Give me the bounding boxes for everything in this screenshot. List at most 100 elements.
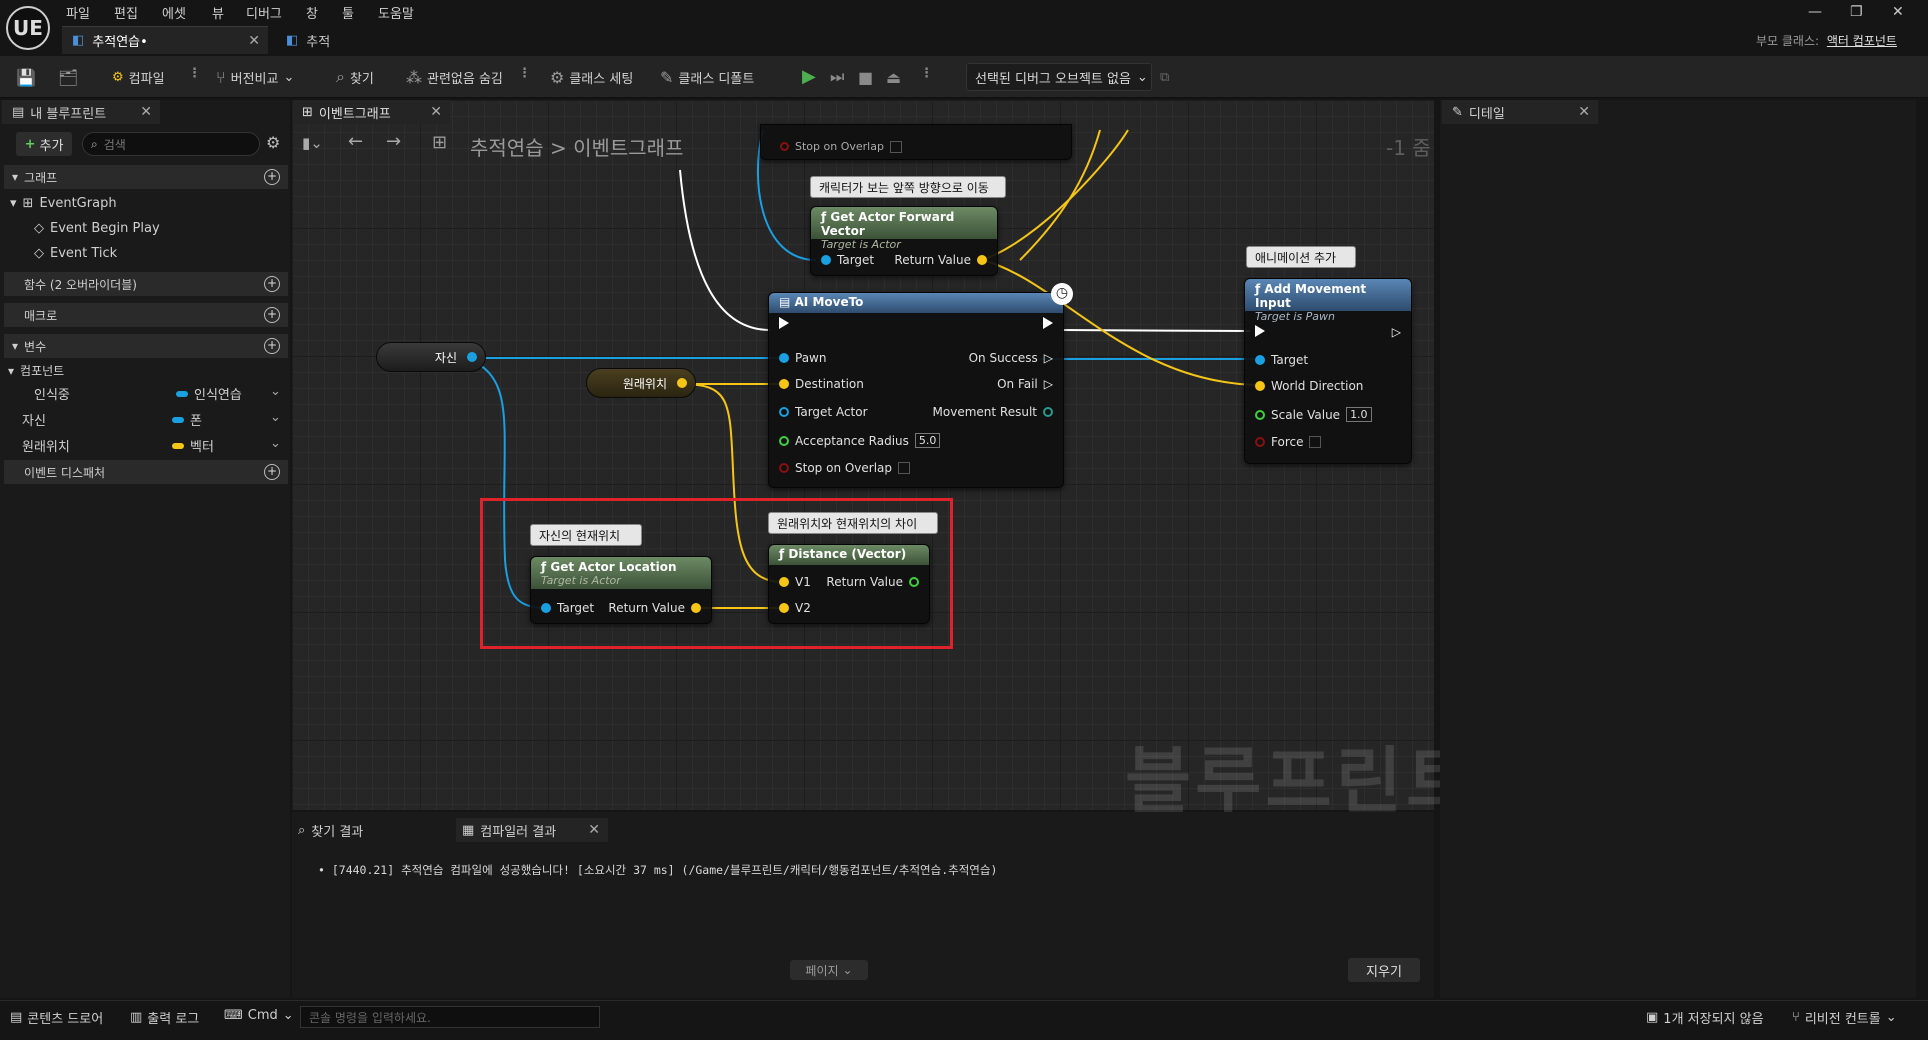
object-pin-icon xyxy=(1255,355,1265,365)
comment-anim[interactable]: 애니메이션 추가 xyxy=(1246,246,1356,268)
vector-pin-icon xyxy=(779,379,789,389)
node-header: ƒ Distance (Vector) xyxy=(769,545,929,565)
ai-moveto-node[interactable]: ▤ AI MoveTo ◷ Pawn On Success ▷ Destinati… xyxy=(768,283,1073,488)
add-movement-input-node[interactable]: ƒ Add Movement Input Target is Pawn ▷ Tar… xyxy=(1244,278,1412,464)
vector-pin-icon[interactable] xyxy=(677,378,687,388)
node-header: ƒ Get Actor Location Target is Actor xyxy=(531,557,711,589)
target-pin[interactable]: Target xyxy=(821,253,874,267)
getter-label: 원래위치 xyxy=(622,376,667,391)
return-value-pin[interactable]: Return Value xyxy=(608,601,701,615)
function-icon: ƒ xyxy=(779,547,789,561)
pin-label: Force xyxy=(1271,435,1304,449)
chevron-down-icon: ⌄ xyxy=(1885,1010,1897,1025)
pin-label: Return Value xyxy=(826,575,903,589)
target-pin[interactable]: Target xyxy=(1255,353,1308,367)
pin-label: Target xyxy=(837,253,875,267)
movement-result-pin[interactable]: Movement Result xyxy=(933,405,1053,419)
find-results-tab[interactable]: ⌕ 찾기 결과 xyxy=(298,818,448,842)
scale-value-pin[interactable]: Scale Value 1.0 xyxy=(1255,407,1372,422)
close-tab-icon[interactable]: ✕ xyxy=(1578,104,1590,120)
get-actor-location-node[interactable]: ƒ Get Actor Location Target is Actor Targ… xyxy=(530,556,712,624)
details-panel xyxy=(1440,100,1916,998)
close-tab-icon[interactable]: ✕ xyxy=(588,822,600,838)
target-pin[interactable]: Target xyxy=(541,601,594,615)
return-value-pin[interactable]: Return Value xyxy=(826,575,919,589)
scale-value-input[interactable]: 1.0 xyxy=(1346,407,1372,422)
world-direction-pin[interactable]: World Direction xyxy=(1255,379,1363,393)
compiler-results-tab[interactable]: ▦ 컴파일러 결과 ✕ xyxy=(456,818,608,842)
node-title: AI MoveTo xyxy=(794,295,864,309)
cmd-dropdown[interactable]: ⌨ Cmd ⌄ xyxy=(224,1008,294,1023)
get-actor-forward-vector-node[interactable]: ƒ Get Actor Forward Vector Target is Acto… xyxy=(810,206,998,276)
bool-pin-icon xyxy=(1255,437,1265,447)
target-actor-pin[interactable]: Target Actor xyxy=(779,405,868,419)
cmd-label: Cmd xyxy=(247,1008,278,1023)
exec-out-hollow-icon: ▷ xyxy=(1391,325,1401,339)
stop-on-overlap-pin[interactable]: Stop on Overlap xyxy=(780,140,902,153)
comment-forward[interactable]: 캐릭터가 보는 앞쪽 방향으로 이동 xyxy=(810,176,1006,198)
comment-text: 캐릭터가 보는 앞쪽 방향으로 이동 xyxy=(819,180,989,195)
pawn-pin[interactable]: Pawn xyxy=(779,351,826,365)
moveto-icon: ▤ xyxy=(779,295,795,309)
pin-label: Stop on Overlap xyxy=(795,461,893,475)
details-tab[interactable]: ✎ 디테일 ✕ xyxy=(1442,100,1598,124)
node-title: Add Movement Input xyxy=(1255,282,1367,310)
on-fail-pin[interactable]: On Fail ▷ xyxy=(997,377,1053,391)
content-drawer-label: 콘텐츠 드로어 xyxy=(27,1012,104,1027)
comment-text: 애니메이션 추가 xyxy=(1255,250,1337,265)
exec-pin-icon xyxy=(779,317,789,329)
pin-label: Movement Result xyxy=(932,405,1037,419)
exec-out-pin[interactable] xyxy=(1043,317,1053,329)
pin-label: On Fail xyxy=(997,377,1038,391)
revision-icon: ⑂ xyxy=(1792,1010,1800,1025)
node-title: Get Actor Forward Vector xyxy=(821,210,955,238)
origin-getter-node[interactable]: 원래위치 xyxy=(586,368,696,398)
node-title: Get Actor Location xyxy=(550,560,677,574)
node-subtitle: Target is Pawn xyxy=(1255,310,1336,323)
page-dropdown[interactable]: 페이지 ⌄ xyxy=(790,960,868,980)
clear-button[interactable]: 지우기 xyxy=(1348,958,1420,982)
console-input[interactable]: 콘솔 명령을 입력하세요. xyxy=(300,1006,600,1028)
exec-in-pin[interactable] xyxy=(1255,325,1265,337)
output-log-label: 출력 로그 xyxy=(147,1012,200,1027)
output-log-button[interactable]: ▥ 출력 로그 xyxy=(130,1008,199,1027)
pin-label: V2 xyxy=(795,601,811,615)
self-getter-node[interactable]: 자신 xyxy=(376,342,486,372)
float-pin-icon xyxy=(779,435,789,446)
float-pin-icon xyxy=(909,577,919,587)
find-results-label: 찾기 결과 xyxy=(311,824,364,840)
v1-pin[interactable]: V1 xyxy=(779,575,811,589)
destination-pin[interactable]: Destination xyxy=(779,377,864,391)
content-drawer-button[interactable]: ▤ 콘텐츠 드로어 xyxy=(10,1008,103,1027)
object-pin-icon[interactable] xyxy=(467,352,477,362)
exec-in-pin[interactable] xyxy=(779,317,789,329)
page-label: 페이지 xyxy=(805,963,839,978)
checkbox[interactable] xyxy=(1309,436,1322,448)
exec-wire xyxy=(679,169,771,331)
function-icon: ƒ xyxy=(1255,282,1265,296)
v2-pin[interactable]: V2 xyxy=(779,601,811,615)
pin-label: Return Value xyxy=(894,253,971,267)
content-drawer-icon: ▤ xyxy=(10,1010,23,1025)
unsaved-button[interactable]: ▣ 1개 저장되지 않음 xyxy=(1646,1008,1764,1027)
node-header: ƒ Add Movement Input Target is Pawn xyxy=(1245,279,1411,323)
force-pin[interactable]: Force xyxy=(1255,435,1322,449)
pin-label: Target xyxy=(557,601,595,615)
acceptance-radius-pin[interactable]: Acceptance Radius 5.0 xyxy=(779,433,941,448)
compile-log-line: • [7440.21] 추적연습 컴파일에 성공했습니다! [소요시간 37 m… xyxy=(318,863,998,877)
node-header: ▤ AI MoveTo xyxy=(769,293,1063,313)
chevron-down-icon: ⌄ xyxy=(842,963,853,977)
checkbox[interactable] xyxy=(898,462,911,474)
exec-out-pin[interactable]: ▷ xyxy=(1392,325,1401,339)
clock-icon: ◷ xyxy=(1051,283,1073,305)
acceptance-radius-value[interactable]: 5.0 xyxy=(914,433,941,448)
return-value-pin[interactable]: Return Value xyxy=(894,253,987,267)
checkbox[interactable] xyxy=(889,140,902,153)
bool-pin-icon xyxy=(779,463,789,473)
vector-pin-icon xyxy=(1255,381,1265,391)
node-title: Distance (Vector) xyxy=(788,547,907,561)
distance-vector-node[interactable]: ƒ Distance (Vector) V1 Return Value V2 xyxy=(768,544,930,624)
on-success-pin[interactable]: On Success ▷ xyxy=(969,351,1053,365)
revision-control-button[interactable]: ⑂ 리비전 컨트롤 ⌄ xyxy=(1792,1008,1897,1027)
stop-on-overlap-pin[interactable]: Stop on Overlap xyxy=(779,461,911,475)
